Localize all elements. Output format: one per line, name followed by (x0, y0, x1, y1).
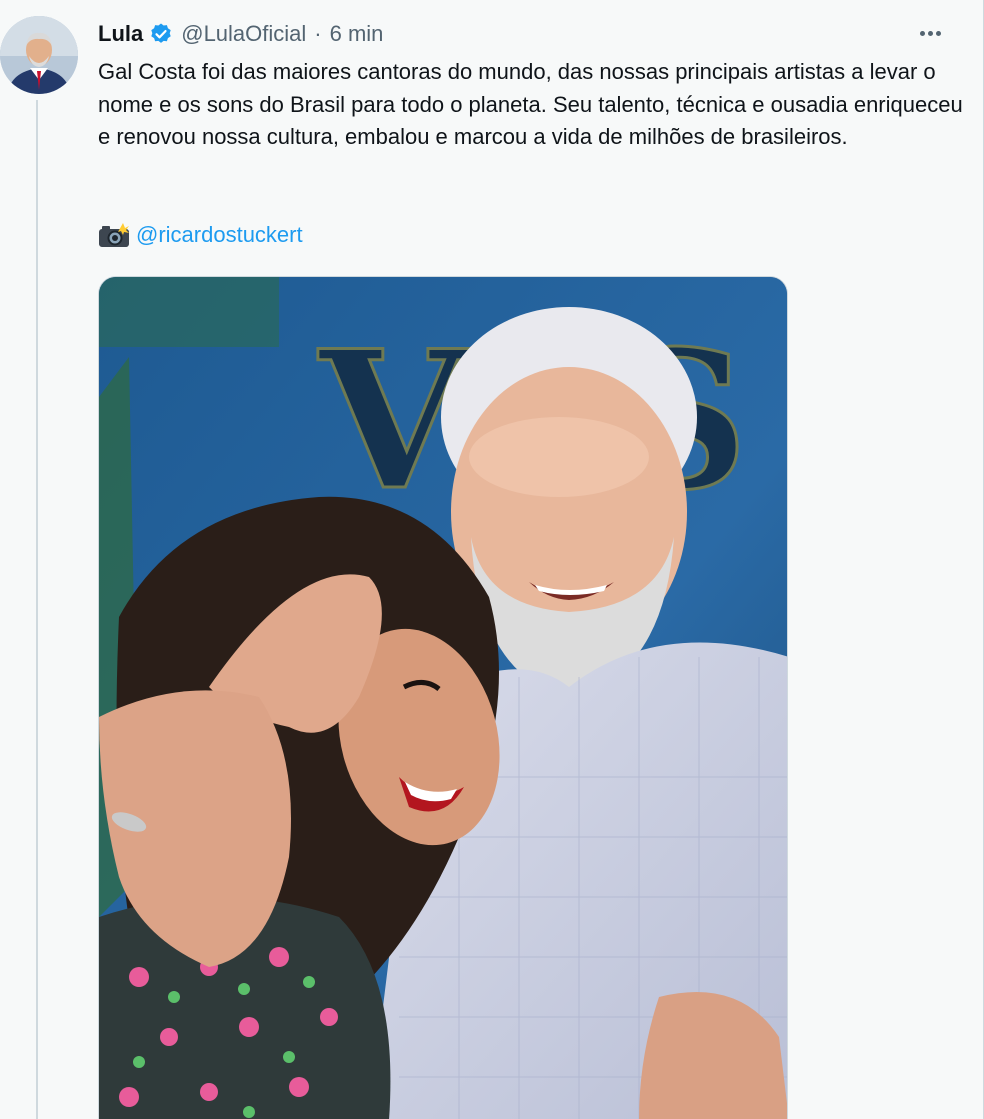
camera-flash-icon (99, 223, 129, 247)
avatar-photo (0, 16, 78, 94)
tweet-timestamp[interactable]: 6 min (330, 21, 384, 47)
author-handle[interactable]: @LulaOficial (181, 21, 306, 47)
tweet-container[interactable]: Lula @LulaOficial · 6 min Gal Costa foi … (0, 0, 984, 1119)
photo-credit: @ricardostuckert (98, 222, 303, 248)
verified-badge-icon (149, 22, 173, 46)
author-avatar[interactable] (0, 16, 78, 94)
embrace-photo: VES (99, 277, 787, 1119)
tweet-header: Lula @LulaOficial · 6 min (98, 18, 383, 50)
tweet-text: Gal Costa foi das maiores cantoras do mu… (98, 59, 963, 149)
separator-dot: · (314, 21, 322, 46)
photographer-mention-link[interactable]: @ricardostuckert (136, 222, 303, 248)
more-options-icon[interactable] (913, 16, 947, 50)
tweet-photo[interactable]: VES (98, 276, 788, 1119)
author-name[interactable]: Lula (98, 21, 143, 47)
thread-line (36, 100, 38, 1119)
